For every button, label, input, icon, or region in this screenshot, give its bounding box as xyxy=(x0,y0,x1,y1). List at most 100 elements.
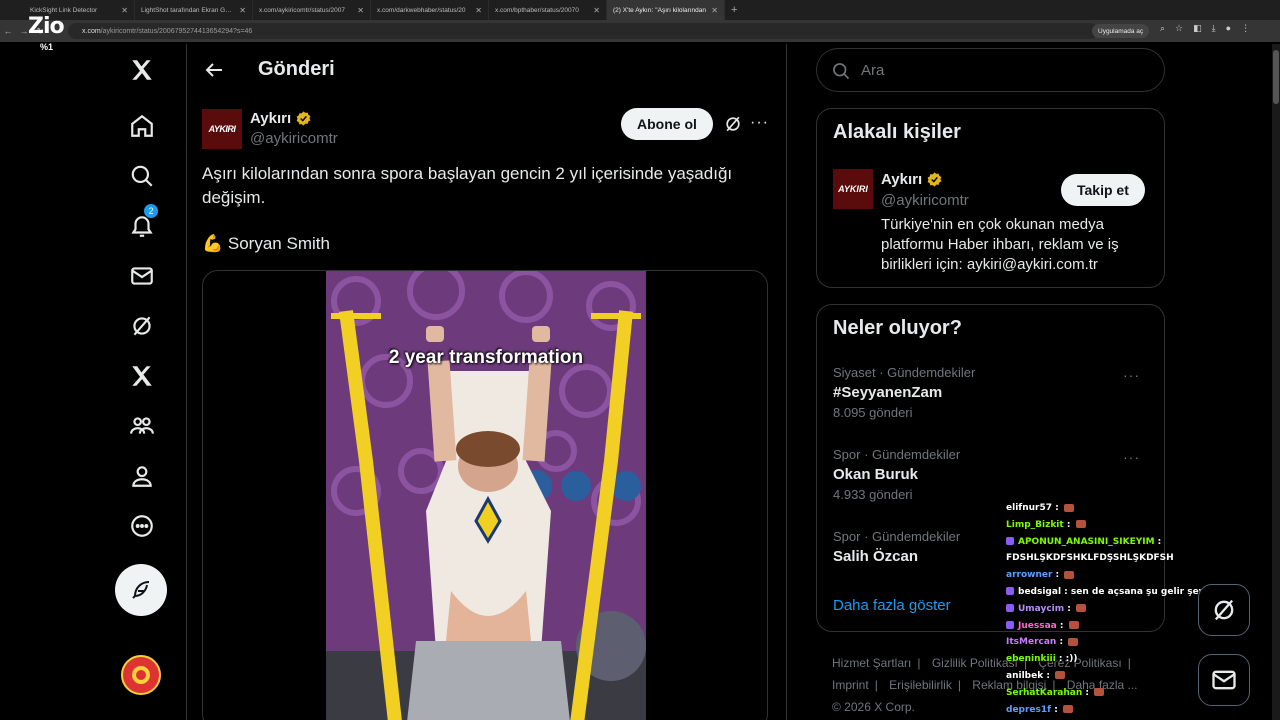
grok-icon[interactable] xyxy=(723,114,743,134)
search-box[interactable] xyxy=(816,48,1165,92)
profile-avatar-icon[interactable]: ● xyxy=(1226,23,1231,34)
close-tab-icon[interactable]: ✕ xyxy=(475,6,482,15)
chat-emote-icon xyxy=(1063,503,1074,512)
chat-username: Juessaa xyxy=(1018,620,1057,631)
messages-icon xyxy=(1212,670,1236,690)
video-frame xyxy=(326,271,646,720)
related-name-row[interactable]: Aykırı xyxy=(881,171,943,188)
footer-link[interactable]: Erişilebilirlik xyxy=(889,678,952,692)
browser-tab-bar: KickSight Link Detector ✕ LightShot taraf… xyxy=(0,0,1280,20)
chat-line: depres1f : xyxy=(1006,702,1206,719)
left-nav: 2 xyxy=(100,44,186,720)
follow-button[interactable]: Takip et xyxy=(1061,174,1145,206)
communities-icon[interactable] xyxy=(128,412,156,440)
chat-line: Juessaa : xyxy=(1006,618,1206,635)
trend-meta: Spor · Gündemdekiler xyxy=(833,447,961,462)
search-icon xyxy=(833,63,850,80)
chat-emote-icon xyxy=(1055,671,1066,680)
author-name-row[interactable]: Aykırı xyxy=(250,110,312,127)
browser-tab[interactable]: x.com/darkwebhaber/status/20 ✕ xyxy=(371,0,489,20)
browser-tab[interactable]: x.com/aykiricomtr/status/2007 ✕ xyxy=(253,0,371,20)
chat-username: anilbek xyxy=(1006,670,1044,681)
url-field[interactable]: x.com/aykiricomtr/status/200679527441365… xyxy=(68,23,1098,39)
follow-label: Takip et xyxy=(1077,182,1129,198)
related-name: Aykırı xyxy=(881,171,923,188)
stream-logo: Zio xyxy=(28,14,65,39)
verified-badge-icon xyxy=(296,111,311,126)
show-more-link[interactable]: Daha fazla göster xyxy=(833,597,951,614)
related-avatar[interactable]: AYKIRI xyxy=(833,169,873,209)
x-logo-icon[interactable] xyxy=(128,56,156,84)
tab-title: x.com/darkwebhaber/status/20 xyxy=(377,6,466,14)
chat-username: ebeninkiii xyxy=(1006,654,1056,665)
footer-link[interactable]: Hizmet Şartları xyxy=(832,656,911,670)
avatar-text: AYKIRI xyxy=(208,124,236,134)
back-nav-icon[interactable]: ← xyxy=(0,26,16,36)
bookmark-star-icon[interactable]: ☆ xyxy=(1175,23,1183,34)
page-scrollbar[interactable] xyxy=(1272,44,1280,720)
account-avatar[interactable] xyxy=(121,655,161,695)
search-input[interactable] xyxy=(861,49,1151,91)
video-player[interactable]: 2 year transformation xyxy=(326,271,646,720)
tweet-credit: 💪 Soryan Smith xyxy=(202,234,330,253)
author-avatar[interactable]: AYKIRI xyxy=(202,109,242,149)
explore-icon[interactable] xyxy=(128,162,156,190)
trend-title: #SeyyanenZam xyxy=(833,384,943,401)
messages-icon[interactable] xyxy=(128,262,156,290)
tab-title: LightShot tarafından Ekran Görüntüsü xyxy=(141,6,235,14)
browser-menu-icon[interactable]: ⋮ xyxy=(1241,23,1250,34)
related-people-card: Alakalı kişiler AYKIRI Aykırı @aykiricom… xyxy=(816,108,1165,288)
related-handle[interactable]: @aykiricomtr xyxy=(881,192,969,209)
chat-line: Umaycim : xyxy=(1006,601,1206,618)
browser-toolbar: ⌕ ☆ ◧ ⤓ ● ⋮ xyxy=(1160,23,1250,34)
chat-badge-icon xyxy=(1006,604,1014,613)
trend-item[interactable]: Spor · Gündemdekiler Okan Buruk 4.933 gö… xyxy=(833,447,1153,502)
grok-icon[interactable] xyxy=(128,312,156,340)
browser-tab[interactable]: LightShot tarafından Ekran Görüntüsü ✕ xyxy=(135,0,253,20)
messages-floating-button[interactable] xyxy=(1198,654,1250,706)
close-tab-icon[interactable]: ✕ xyxy=(239,6,246,15)
extensions-icon[interactable]: ◧ xyxy=(1193,23,1202,34)
subscribe-label: Abone ol xyxy=(637,116,697,132)
author-name: Aykırı xyxy=(250,110,292,127)
subscribe-button[interactable]: Abone ol xyxy=(621,108,713,140)
open-in-app-button[interactable]: Uygulamada aç xyxy=(1092,24,1150,38)
new-tab-icon[interactable]: + xyxy=(731,4,737,16)
browser-tab[interactable]: x.com/bpthaber/status/20070 ✕ xyxy=(489,0,607,20)
download-icon[interactable]: ⤓ xyxy=(1212,23,1216,34)
zoom-icon[interactable]: ⌕ xyxy=(1160,23,1165,34)
footer-link[interactable]: Imprint xyxy=(832,678,869,692)
scrollbar-thumb[interactable] xyxy=(1273,50,1279,104)
compose-post-button[interactable] xyxy=(115,564,167,616)
close-tab-icon[interactable]: ✕ xyxy=(593,6,600,15)
chat-separator: : xyxy=(1082,687,1093,698)
chat-username: bedsigal xyxy=(1018,586,1062,597)
footer-link[interactable]: Gizlilik Politikası xyxy=(932,656,1018,670)
trend-item[interactable]: Siyaset · Gündemdekiler #SeyyanenZam 8.0… xyxy=(833,365,1153,420)
more-options-icon[interactable]: ··· xyxy=(750,114,769,132)
url-domain: x.com xyxy=(82,27,101,35)
notifications-icon[interactable]: 2 xyxy=(128,204,158,240)
browser-tab[interactable]: KickSight Link Detector ✕ xyxy=(0,0,135,20)
grok-floating-button[interactable] xyxy=(1198,584,1250,636)
more-icon[interactable] xyxy=(128,512,156,540)
trend-more-icon[interactable]: ··· xyxy=(1123,449,1140,465)
close-tab-icon[interactable]: ✕ xyxy=(357,6,364,15)
back-arrow-icon[interactable] xyxy=(202,58,226,82)
close-tab-icon[interactable]: ✕ xyxy=(711,6,718,15)
home-icon[interactable] xyxy=(128,112,156,140)
trend-more-icon[interactable]: ··· xyxy=(1123,367,1140,383)
profile-icon[interactable] xyxy=(128,462,156,490)
stream-percent: %1 xyxy=(40,42,54,52)
chat-username: arrowner xyxy=(1006,570,1053,581)
close-tab-icon[interactable]: ✕ xyxy=(121,6,128,15)
post-header: Gönderi xyxy=(186,44,786,96)
chat-separator: : xyxy=(1051,704,1061,715)
tweet-media[interactable]: 2 year transformation xyxy=(202,270,768,720)
chat-line: Limp_Bizkit : xyxy=(1006,517,1206,534)
browser-tab-active[interactable]: (2) X'te Aykırı: "Aşırı kilolarından ✕ xyxy=(607,0,725,20)
author-handle[interactable]: @aykiricomtr xyxy=(250,130,338,147)
premium-x-icon[interactable] xyxy=(128,362,156,390)
chat-message: :)) xyxy=(1065,654,1078,665)
verified-badge-icon xyxy=(927,172,942,187)
